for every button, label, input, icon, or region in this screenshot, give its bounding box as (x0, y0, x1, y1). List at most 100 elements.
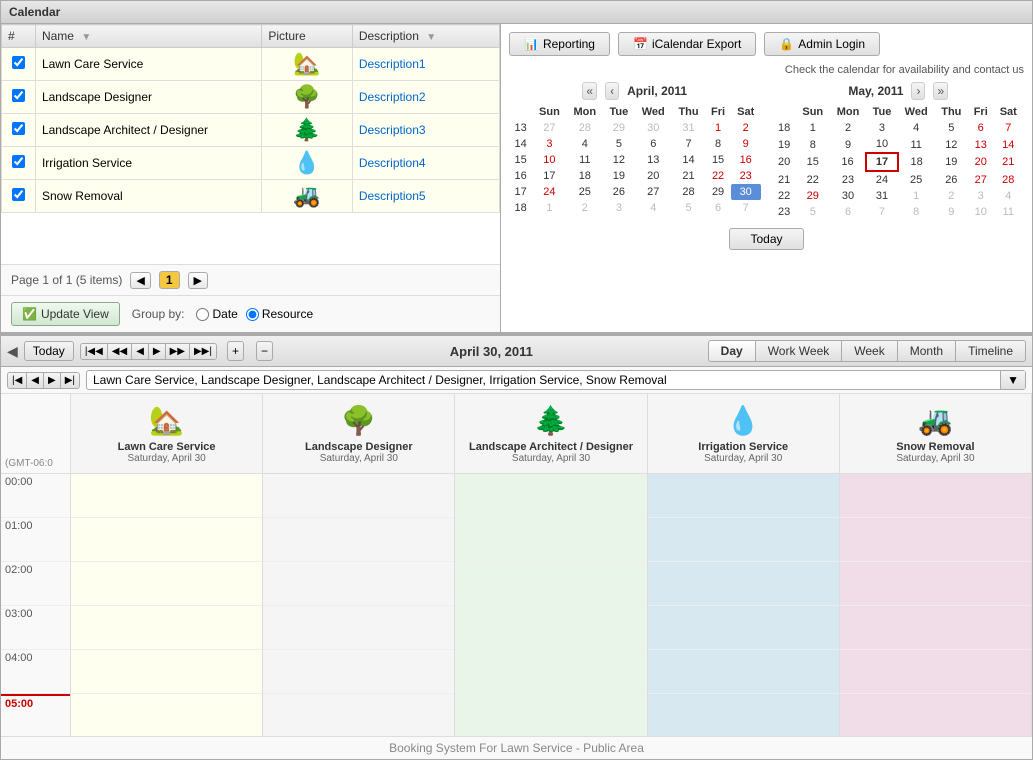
calendar-day[interactable]: 4 (567, 136, 604, 152)
calendar-day[interactable]: 5 (935, 120, 968, 136)
calendar-day[interactable]: 4 (994, 188, 1024, 204)
lane-slot[interactable] (455, 650, 646, 694)
calendar-day[interactable]: 18 (898, 153, 935, 171)
sched-nav-prev[interactable]: ◀ (132, 344, 149, 359)
lane-slot[interactable] (263, 650, 454, 694)
calendar-day[interactable]: 20 (968, 153, 994, 171)
lane-slot[interactable] (263, 694, 454, 736)
lane-slot[interactable] (648, 694, 839, 736)
radio-resource-input[interactable] (246, 308, 259, 321)
sched-nav-next-next[interactable]: ▶▶ (166, 344, 190, 359)
calendar-day[interactable]: 1 (705, 120, 731, 136)
lane-slot[interactable] (263, 606, 454, 650)
resource-dropdown-btn[interactable]: ▼ (1000, 371, 1025, 389)
lane-slot[interactable] (840, 474, 1031, 518)
calendar-day[interactable]: 3 (866, 120, 898, 136)
calendar-day[interactable]: 6 (968, 120, 994, 136)
add-event-btn[interactable]: + (227, 341, 244, 361)
calendar-day[interactable]: 4 (898, 120, 935, 136)
calendar-day[interactable]: 26 (603, 184, 635, 200)
calendar-day[interactable]: 25 (567, 184, 604, 200)
calendar-day[interactable]: 12 (935, 136, 968, 153)
lane-slot[interactable] (263, 518, 454, 562)
calendar-day[interactable]: 3 (968, 188, 994, 204)
calendar-day[interactable]: 19 (935, 153, 968, 171)
nav2-next[interactable]: ▶ (44, 373, 61, 388)
sched-nav-last[interactable]: ▶▶| (190, 344, 216, 359)
col-header-description[interactable]: Description ▼ (352, 25, 499, 48)
calendar-day[interactable]: 30 (830, 188, 866, 204)
lane-slot[interactable] (455, 694, 646, 736)
calendar-day[interactable]: 24 (866, 171, 898, 188)
calendar-day[interactable]: 21 (672, 168, 705, 184)
calendar-day[interactable]: 15 (705, 152, 731, 168)
calendar-day[interactable]: 1 (796, 120, 830, 136)
today-btn[interactable]: Today (729, 228, 803, 250)
calendar-day[interactable]: 17 (866, 153, 898, 171)
calendar-day[interactable]: 15 (796, 153, 830, 171)
calendar-day[interactable]: 31 (866, 188, 898, 204)
radio-resource[interactable]: Resource (246, 307, 313, 321)
calendar-day[interactable]: 7 (672, 136, 705, 152)
calendar-day[interactable]: 28 (567, 120, 604, 136)
calendar-day[interactable]: 22 (796, 171, 830, 188)
lane-slot[interactable] (71, 474, 262, 518)
calendar-day[interactable]: 3 (603, 200, 635, 216)
calendar-day[interactable]: 29 (796, 188, 830, 204)
lane-slot[interactable] (840, 518, 1031, 562)
calendar-day[interactable]: 13 (968, 136, 994, 153)
view-tab-day[interactable]: Day (708, 340, 756, 362)
calendar-day[interactable]: 17 (532, 168, 566, 184)
calendar-day[interactable]: 13 (635, 152, 672, 168)
lane-slot[interactable] (71, 518, 262, 562)
calendar-day[interactable]: 1 (898, 188, 935, 204)
lane-slot[interactable] (840, 650, 1031, 694)
calendar-day[interactable]: 3 (532, 136, 566, 152)
calendar-day[interactable]: 8 (796, 136, 830, 153)
calendar-day[interactable]: 6 (705, 200, 731, 216)
resource-checkbox-cell[interactable] (2, 114, 36, 147)
calendar-day[interactable]: 5 (672, 200, 705, 216)
calendar-day[interactable]: 28 (672, 184, 705, 200)
remove-event-btn[interactable]: − (256, 341, 273, 361)
calendar-day[interactable]: 27 (635, 184, 672, 200)
calendar-day[interactable]: 9 (731, 136, 761, 152)
lane-slot[interactable] (455, 606, 646, 650)
lane-slot[interactable] (71, 606, 262, 650)
calendar-day[interactable]: 14 (994, 136, 1024, 153)
calendar-day[interactable]: 30 (731, 184, 761, 200)
calendar-day[interactable]: 12 (603, 152, 635, 168)
lane-slot[interactable] (648, 650, 839, 694)
calendar-day[interactable]: 2 (731, 120, 761, 136)
calendar-day[interactable]: 6 (635, 136, 672, 152)
calendar-day[interactable]: 16 (830, 153, 866, 171)
sched-nav-first[interactable]: |◀◀ (81, 344, 108, 359)
calendar-day[interactable]: 7 (866, 204, 898, 220)
prev-page-btn[interactable]: ◀ (130, 272, 150, 289)
sched-nav-next[interactable]: ▶ (149, 344, 166, 359)
desc-filter-icon[interactable]: ▼ (426, 32, 436, 43)
resource-checkbox-cell[interactable] (2, 180, 36, 213)
next-next-month-btn[interactable]: » (933, 82, 948, 100)
calendar-day[interactable]: 11 (994, 204, 1024, 220)
calendar-day[interactable]: 10 (968, 204, 994, 220)
name-filter-icon[interactable]: ▼ (81, 32, 91, 43)
col-header-name[interactable]: Name ▼ (35, 25, 261, 48)
calendar-day[interactable]: 26 (935, 171, 968, 188)
nav2-prev[interactable]: ◀ (27, 373, 44, 388)
calendar-day[interactable]: 21 (994, 153, 1024, 171)
lane-slot[interactable] (455, 562, 646, 606)
resource-checkbox[interactable] (12, 122, 25, 135)
calendar-day[interactable]: 2 (830, 120, 866, 136)
calendar-day[interactable]: 18 (567, 168, 604, 184)
lane-slot[interactable] (455, 518, 646, 562)
calendar-day[interactable]: 11 (898, 136, 935, 153)
prev-prev-month-btn[interactable]: « (582, 82, 597, 100)
calendar-day[interactable]: 14 (672, 152, 705, 168)
reporting-btn[interactable]: 📊 Reporting (509, 32, 610, 56)
lane-slot[interactable] (840, 694, 1031, 736)
calendar-day[interactable]: 8 (705, 136, 731, 152)
view-tab-timeline[interactable]: Timeline (956, 340, 1026, 362)
resource-checkbox[interactable] (12, 89, 25, 102)
calendar-day[interactable]: 29 (603, 120, 635, 136)
